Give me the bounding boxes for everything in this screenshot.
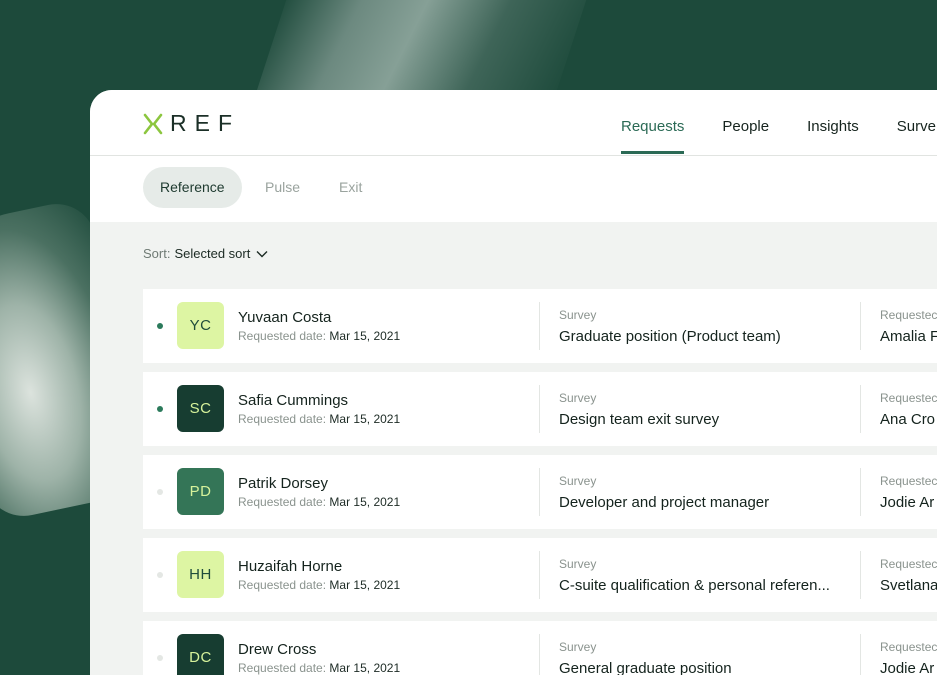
requested-by-label: Requestec [880,640,937,654]
requested-date-label: Requested date: [238,578,327,592]
requested-date-label: Requested date: [238,495,327,509]
survey-name: Design team exit survey [559,411,720,428]
requested-date: Requested date: Mar 15, 2021 [238,578,400,592]
requested-date-value: Mar 15, 2021 [329,495,401,509]
avatar: YC [177,302,224,349]
column-divider [539,385,540,433]
unread-indicator [157,655,163,661]
tab-reference[interactable]: Reference [143,167,242,208]
nav-people[interactable]: People [722,90,769,156]
request-row[interactable]: SC Safia Cummings Requested date: Mar 15… [143,372,937,446]
logo-mark-icon [143,113,163,134]
person-name: Patrik Dorsey [238,475,329,492]
requested-date: Requested date: Mar 15, 2021 [238,329,400,343]
requested-by-name: Jodie Ar [880,494,935,511]
requested-by-label: Requestec [880,308,937,322]
unread-indicator [157,572,163,578]
sort-dropdown[interactable]: Sort: Selected sort [143,246,268,261]
request-row[interactable]: YC Yuvaan Costa Requested date: Mar 15, … [143,289,937,363]
column-divider [860,385,861,433]
requested-date: Requested date: Mar 15, 2021 [238,495,400,509]
column-divider [860,468,861,516]
unread-indicator [157,489,163,495]
nav-surveys[interactable]: Surve [897,90,936,156]
request-row[interactable]: PD Patrik Dorsey Requested date: Mar 15,… [143,455,937,529]
survey-name: General graduate position [559,660,732,675]
person-name: Drew Cross [238,641,317,658]
request-row[interactable]: HH Huzaifah Horne Requested date: Mar 15… [143,538,937,612]
requested-by-name: Svetlana [880,577,937,594]
nav-insights[interactable]: Insights [807,90,859,156]
column-divider [860,302,861,350]
logo-text: REF [170,110,240,136]
column-divider [539,468,540,516]
avatar: PD [177,468,224,515]
requested-by-label: Requestec [880,474,937,488]
avatar: DC [177,634,224,675]
requested-date: Requested date: Mar 15, 2021 [238,661,400,675]
requested-date-value: Mar 15, 2021 [329,329,401,343]
requested-by-name: Ana Cro [880,411,936,428]
person-name: Safia Cummings [238,392,349,409]
sort-value: Selected sort [174,246,251,261]
requested-date-label: Requested date: [238,412,327,426]
requested-by-name: Jodie Ar [880,660,935,675]
survey-label: Survey [559,308,597,322]
sort-label: Sort: [143,246,171,261]
avatar: HH [177,551,224,598]
person-name: Huzaifah Horne [238,558,343,575]
requested-date-value: Mar 15, 2021 [329,578,401,592]
requested-by-label: Requestec [880,557,937,571]
column-divider [860,634,861,675]
column-divider [539,634,540,675]
requested-date-label: Requested date: [238,329,327,343]
survey-label: Survey [559,391,597,405]
tab-exit[interactable]: Exit [322,167,379,208]
nav-requests[interactable]: Requests [621,90,685,156]
unread-indicator [157,323,163,329]
requested-by-label: Requestec [880,391,937,405]
person-name: Yuvaan Costa [238,309,332,326]
survey-label: Survey [559,474,597,488]
app-window: REF Requests People Insights Surve Refer… [90,90,937,675]
survey-label: Survey [559,640,597,654]
xref-logo[interactable]: REF [143,110,240,137]
column-divider [539,551,540,599]
survey-name: Developer and project manager [559,494,770,511]
survey-name: Graduate position (Product team) [559,328,781,345]
top-navigation-bar: REF Requests People Insights Surve [90,90,937,156]
unread-indicator [157,406,163,412]
sub-navigation-bar: Reference Pulse Exit [90,156,937,222]
column-divider [539,302,540,350]
requested-date-value: Mar 15, 2021 [329,412,401,426]
survey-label: Survey [559,557,597,571]
avatar: SC [177,385,224,432]
request-row[interactable]: DC Drew Cross Requested date: Mar 15, 20… [143,621,937,675]
chevron-down-icon [256,250,268,257]
tab-pulse[interactable]: Pulse [248,167,317,208]
requested-by-name: Amalia F [880,328,937,345]
requested-date-value: Mar 15, 2021 [329,661,401,675]
column-divider [860,551,861,599]
requested-date: Requested date: Mar 15, 2021 [238,412,400,426]
survey-name: C-suite qualification & personal referen… [559,577,830,594]
requested-date-label: Requested date: [238,661,327,675]
main-nav: Requests People Insights Surve [621,90,937,156]
